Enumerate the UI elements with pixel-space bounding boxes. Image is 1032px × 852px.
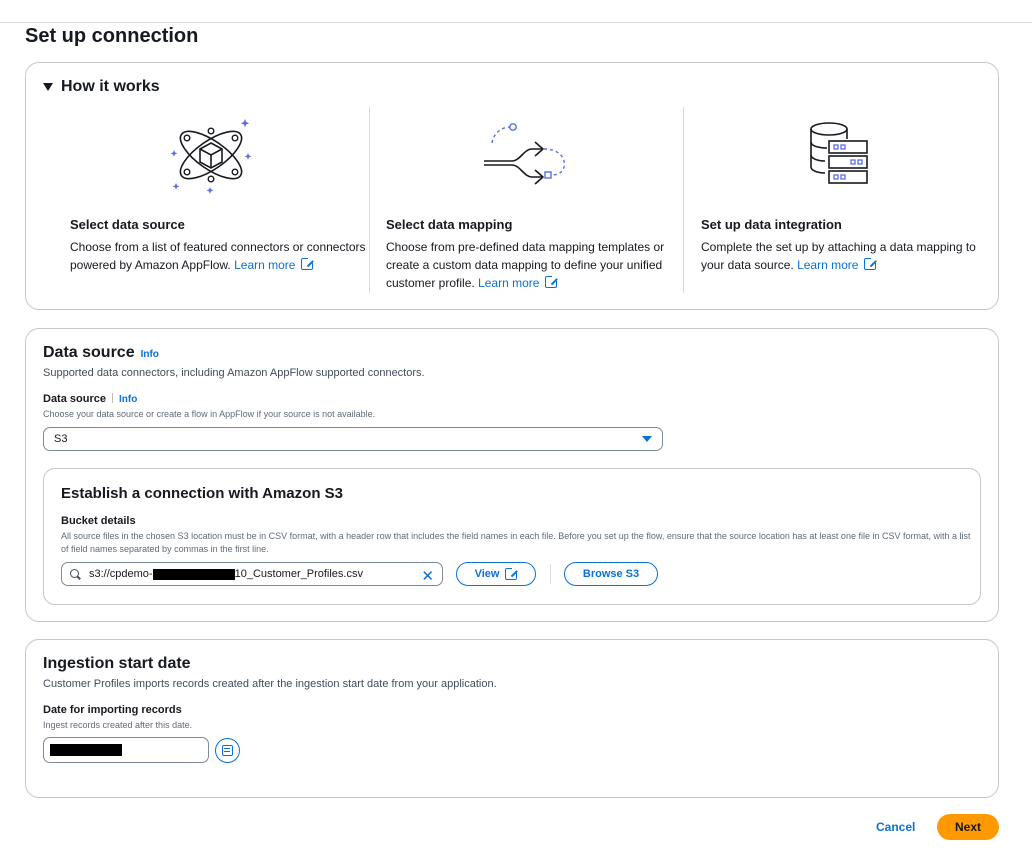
- data-source-select[interactable]: S3: [43, 427, 663, 451]
- learn-more-link[interactable]: Learn more: [797, 258, 858, 272]
- step-title: Select data mapping: [386, 217, 513, 232]
- step-description-text: Choose from a list of featured connector…: [70, 240, 366, 272]
- ingestion-start-date-panel: Ingestion start date Customer Profiles i…: [25, 639, 999, 798]
- learn-more-link[interactable]: Learn more: [234, 258, 295, 272]
- step-select-data-mapping: Select data mapping Choose from pre-defi…: [386, 107, 684, 295]
- data-source-title-text: Data source: [43, 344, 135, 361]
- ingestion-subtitle: Customer Profiles imports records create…: [43, 678, 497, 690]
- bucket-details-label: Bucket details: [61, 515, 136, 527]
- browse-s3-button[interactable]: Browse S3: [564, 562, 658, 586]
- selected-value: S3: [54, 433, 68, 445]
- next-button[interactable]: Next: [937, 814, 999, 840]
- data-mapping-arrows-icon: [484, 123, 566, 185]
- data-source-title: Data source Info: [43, 344, 159, 362]
- calendar-icon: [222, 745, 233, 756]
- date-field-hint: Ingest records created after this date.: [43, 720, 193, 730]
- external-link-icon: [505, 567, 519, 580]
- view-button[interactable]: View: [456, 562, 536, 586]
- learn-more-link[interactable]: Learn more: [478, 276, 539, 290]
- data-source-field-label: Data source Info: [43, 393, 137, 405]
- field-label-text: Data source: [43, 393, 106, 405]
- how-it-works-toggle[interactable]: How it works: [43, 78, 160, 96]
- cancel-button[interactable]: Cancel: [876, 820, 915, 834]
- s3-path-suffix: 10_Customer_Profiles.csv: [234, 568, 363, 580]
- search-icon: [70, 568, 81, 580]
- clear-icon[interactable]: ✕: [421, 567, 434, 585]
- data-source-field-hint: Choose your data source or create a flow…: [43, 409, 376, 419]
- step-set-up-data-integration: Set up data integration Complete the set…: [701, 107, 999, 295]
- top-divider: [0, 22, 1032, 23]
- how-it-works-panel: How it works Select data source Choose f…: [25, 62, 999, 310]
- step-divider: [369, 107, 370, 293]
- info-link[interactable]: Info: [141, 349, 159, 360]
- data-source-panel: Data source Info Supported data connector…: [25, 328, 999, 622]
- caret-down-icon: [642, 436, 652, 442]
- step-description: Complete the set up by attaching a data …: [701, 238, 999, 274]
- step-select-data-source: Select data source Choose from a list of…: [70, 107, 368, 295]
- step-title: Set up data integration: [701, 217, 842, 232]
- label-separator: [111, 393, 113, 403]
- caret-down-icon: [43, 83, 53, 91]
- bucket-details-hint: All source files in the chosen S3 locati…: [61, 531, 971, 554]
- connector-orbit-icon: [170, 119, 252, 194]
- date-input[interactable]: [43, 737, 209, 763]
- s3-connection-panel: Establish a connection with Amazon S3 Bu…: [43, 468, 981, 605]
- redaction-bar: [50, 744, 122, 756]
- step-description: Choose from pre-defined data mapping tem…: [386, 238, 684, 292]
- external-link-icon: [863, 257, 877, 270]
- external-link-icon: [300, 257, 314, 270]
- view-button-label: View: [474, 568, 500, 580]
- how-it-works-header: How it works: [61, 78, 160, 95]
- page-title: Set up connection: [25, 25, 199, 47]
- button-divider: [550, 564, 551, 584]
- calendar-button[interactable]: [215, 738, 240, 763]
- step-title: Select data source: [70, 217, 185, 232]
- info-link[interactable]: Info: [119, 394, 137, 405]
- s3-connection-title: Establish a connection with Amazon S3: [61, 485, 343, 502]
- s3-path-input[interactable]: s3://cpdemo- 10_Customer_Profiles.csv ✕: [61, 562, 443, 586]
- database-servers-icon: [810, 122, 868, 184]
- s3-path-prefix: s3://cpdemo-: [89, 568, 153, 580]
- date-field-label: Date for importing records: [43, 704, 182, 716]
- step-description: Choose from a list of featured connector…: [70, 238, 368, 274]
- external-link-icon: [544, 275, 558, 288]
- data-source-subtitle: Supported data connectors, including Ama…: [43, 367, 425, 379]
- redaction-bar: [152, 568, 235, 580]
- ingestion-title: Ingestion start date: [43, 655, 191, 672]
